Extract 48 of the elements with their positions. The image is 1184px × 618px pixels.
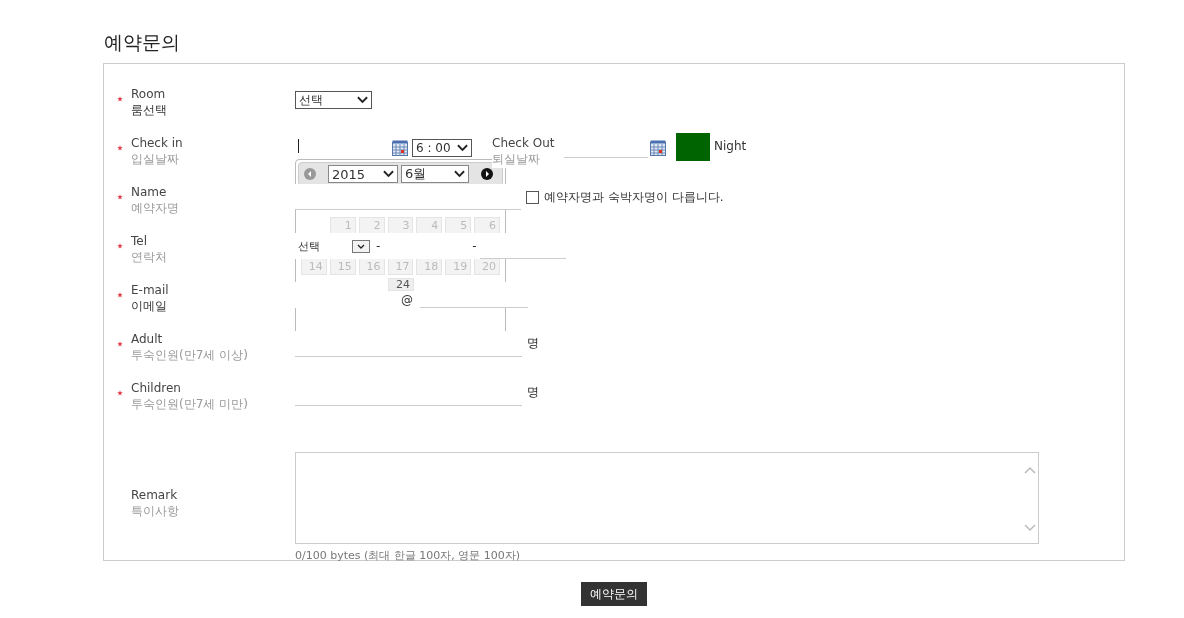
time-select[interactable]: 6 : 00: [412, 139, 472, 157]
field-sublabel: 퇴실날짜: [492, 151, 541, 168]
scroll-up-icon[interactable]: [1022, 465, 1037, 475]
year-select[interactable]: 2015: [328, 165, 398, 183]
field-sublabel: 이메일: [131, 298, 168, 315]
nights-field: [676, 133, 710, 161]
field-sublabel: 특이사항: [131, 503, 180, 520]
scroll-down-icon[interactable]: [1022, 523, 1037, 533]
checkbox[interactable]: [526, 191, 539, 204]
separator: -: [373, 233, 384, 259]
submit-button[interactable]: 예약문의: [581, 582, 647, 606]
at-sign: @: [400, 292, 414, 308]
caret-icon: [352, 239, 370, 253]
calendar-day[interactable]: 24: [388, 278, 414, 291]
field-sublabel: 예약자명: [131, 200, 180, 217]
byte-counter: 0/100 bytes (최대 한글 100자, 영문 100자): [295, 548, 522, 563]
field-sublabel: 룸선택: [131, 102, 168, 119]
calendar-icon[interactable]: [392, 140, 408, 156]
field-label: Adult: [131, 331, 164, 347]
field-sublabel: 투숙인원(만7세 미만): [131, 396, 249, 413]
field-label: E-mail: [131, 282, 170, 298]
field-sublabel: 투숙인원(만7세 이상): [131, 347, 249, 364]
field-sublabel: 연락처: [131, 249, 168, 266]
field-label: Remark: [131, 487, 179, 503]
caret-icon: [383, 170, 394, 178]
checkbox-label: 예약자명과 숙박자명이 다릅니다.: [544, 189, 724, 206]
tel-prefix-select[interactable]: 선택: [295, 233, 373, 259]
page-title: 예약문의: [104, 31, 181, 53]
room-select[interactable]: 선택: [295, 91, 372, 109]
unit-label: 명: [527, 335, 539, 352]
caret-icon: [357, 96, 368, 104]
separator: -: [469, 233, 480, 259]
field-sublabel: 입실날짜: [131, 151, 180, 168]
field-label: Check Out: [492, 135, 556, 151]
field-label: Name: [131, 184, 168, 200]
field-label: Room: [131, 86, 167, 102]
month-select[interactable]: 6월: [401, 165, 469, 183]
calendar-icon[interactable]: [650, 140, 666, 156]
previous-icon[interactable]: [304, 168, 316, 180]
field-label: Tel: [131, 233, 148, 249]
field-label: Children: [131, 380, 182, 396]
remark-textarea[interactable]: [295, 452, 1039, 544]
field-label: Check in: [131, 135, 184, 151]
unit-label: 명: [527, 384, 539, 401]
next-icon[interactable]: [481, 168, 493, 180]
caret-icon: [457, 144, 468, 152]
nights-label: Night: [714, 138, 747, 155]
caret-icon: [454, 170, 465, 178]
